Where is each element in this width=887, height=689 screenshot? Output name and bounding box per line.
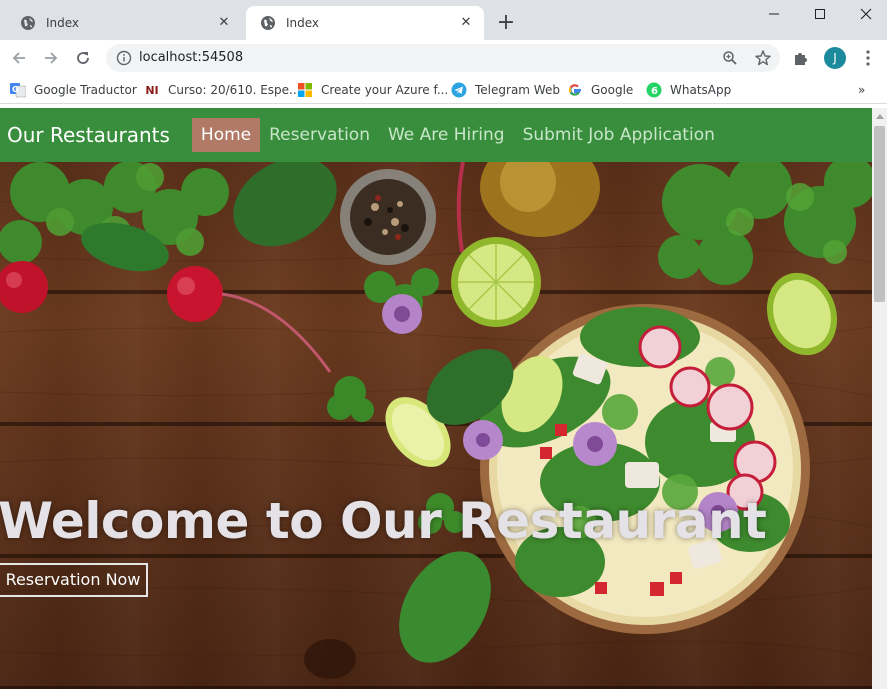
google-translate-icon: G [10, 82, 26, 98]
site-brand[interactable]: Our Restaurants [7, 123, 170, 147]
arrow-right-icon [45, 52, 58, 64]
nav-we-are-hiring[interactable]: We Are Hiring [379, 118, 514, 152]
bookmarks-bar: G Google Traductor NI Curso: 20/610. Esp… [0, 76, 887, 104]
site-navbar: Our Restaurants Home Reservation We Are … [0, 108, 872, 162]
zoom-icon[interactable] [722, 50, 738, 66]
browser-tab-1[interactable]: Index ✕ [6, 6, 242, 40]
site-info-icon[interactable] [116, 50, 132, 66]
bookmark-google[interactable]: Google [567, 81, 633, 99]
bookmark-azure[interactable]: Create your Azure f... [297, 81, 448, 99]
globe-icon [20, 15, 36, 31]
nav-home[interactable]: Home [191, 118, 261, 152]
globe-icon [260, 15, 276, 31]
close-tab-icon[interactable]: ✕ [458, 15, 474, 31]
nav-submit-job-application[interactable]: Submit Job Application [514, 118, 724, 152]
reload-button[interactable] [69, 44, 97, 72]
close-icon [860, 8, 872, 20]
reload-icon [77, 52, 89, 64]
page-scrollbar[interactable] [872, 108, 887, 689]
bookmark-star-icon[interactable] [754, 49, 772, 67]
telegram-icon [451, 82, 467, 98]
close-tab-icon[interactable]: ✕ [216, 15, 232, 31]
bookmark-label: Create your Azure f... [321, 83, 449, 97]
ni-logo-icon: NI [145, 83, 159, 97]
bookmark-whatsapp[interactable]: 6 WhatsApp [646, 81, 731, 99]
page-viewport: Our Restaurants Home Reservation We Are … [0, 108, 872, 689]
google-g-icon [567, 82, 583, 98]
url-text[interactable]: localhost:54508 [139, 50, 243, 65]
scrollbar-thumb[interactable] [874, 126, 885, 302]
bookmark-label: WhatsApp [670, 83, 732, 97]
scroll-up-icon[interactable] [876, 114, 884, 119]
hero-section: Welcome to Our Restaurant Reservation No… [0, 162, 872, 689]
bookmark-google-traductor[interactable]: G Google Traductor [10, 81, 137, 99]
bookmarks-overflow-icon[interactable]: » [858, 83, 865, 97]
reservation-now-button[interactable]: Reservation Now [0, 563, 148, 597]
minimize-button[interactable] [751, 0, 797, 28]
svg-text:G: G [12, 85, 19, 94]
tab-strip: Index ✕ Index ✕ + [0, 0, 887, 40]
profile-avatar[interactable]: J [824, 47, 846, 69]
bookmark-label: Google Traductor [34, 83, 137, 97]
arrow-left-icon [12, 52, 25, 64]
browser-toolbar: localhost:54508 J [0, 40, 887, 76]
hero-title: Welcome to Our Restaurant [0, 492, 767, 550]
tab-title: Index [286, 16, 320, 30]
address-bar[interactable]: localhost:54508 [106, 44, 780, 72]
minimize-icon [769, 13, 779, 15]
nav-reservation[interactable]: Reservation [260, 118, 379, 152]
browser-tab-2[interactable]: Index ✕ [246, 6, 484, 40]
whatsapp-icon: 6 [646, 82, 662, 98]
back-button[interactable] [5, 44, 33, 72]
bookmark-label: Curso: 20/610. Espe... [168, 83, 301, 97]
svg-text:6: 6 [651, 86, 658, 97]
kebab-menu-icon[interactable] [858, 48, 878, 68]
bookmark-telegram[interactable]: Telegram Web [451, 81, 560, 99]
bookmark-label: Telegram Web [475, 83, 560, 97]
maximize-button[interactable] [797, 0, 843, 28]
maximize-icon [815, 9, 825, 19]
tab-title: Index [46, 16, 80, 30]
new-tab-button[interactable]: + [494, 12, 518, 36]
microsoft-logo-icon [297, 82, 313, 98]
hero-food-image [0, 162, 872, 679]
close-window-button[interactable] [843, 0, 887, 28]
bookmark-curso[interactable]: NI Curso: 20/610. Espe... [144, 81, 301, 99]
bookmark-label: Google [591, 83, 634, 97]
forward-button[interactable] [37, 44, 65, 72]
extensions-puzzle-icon[interactable] [792, 49, 810, 67]
